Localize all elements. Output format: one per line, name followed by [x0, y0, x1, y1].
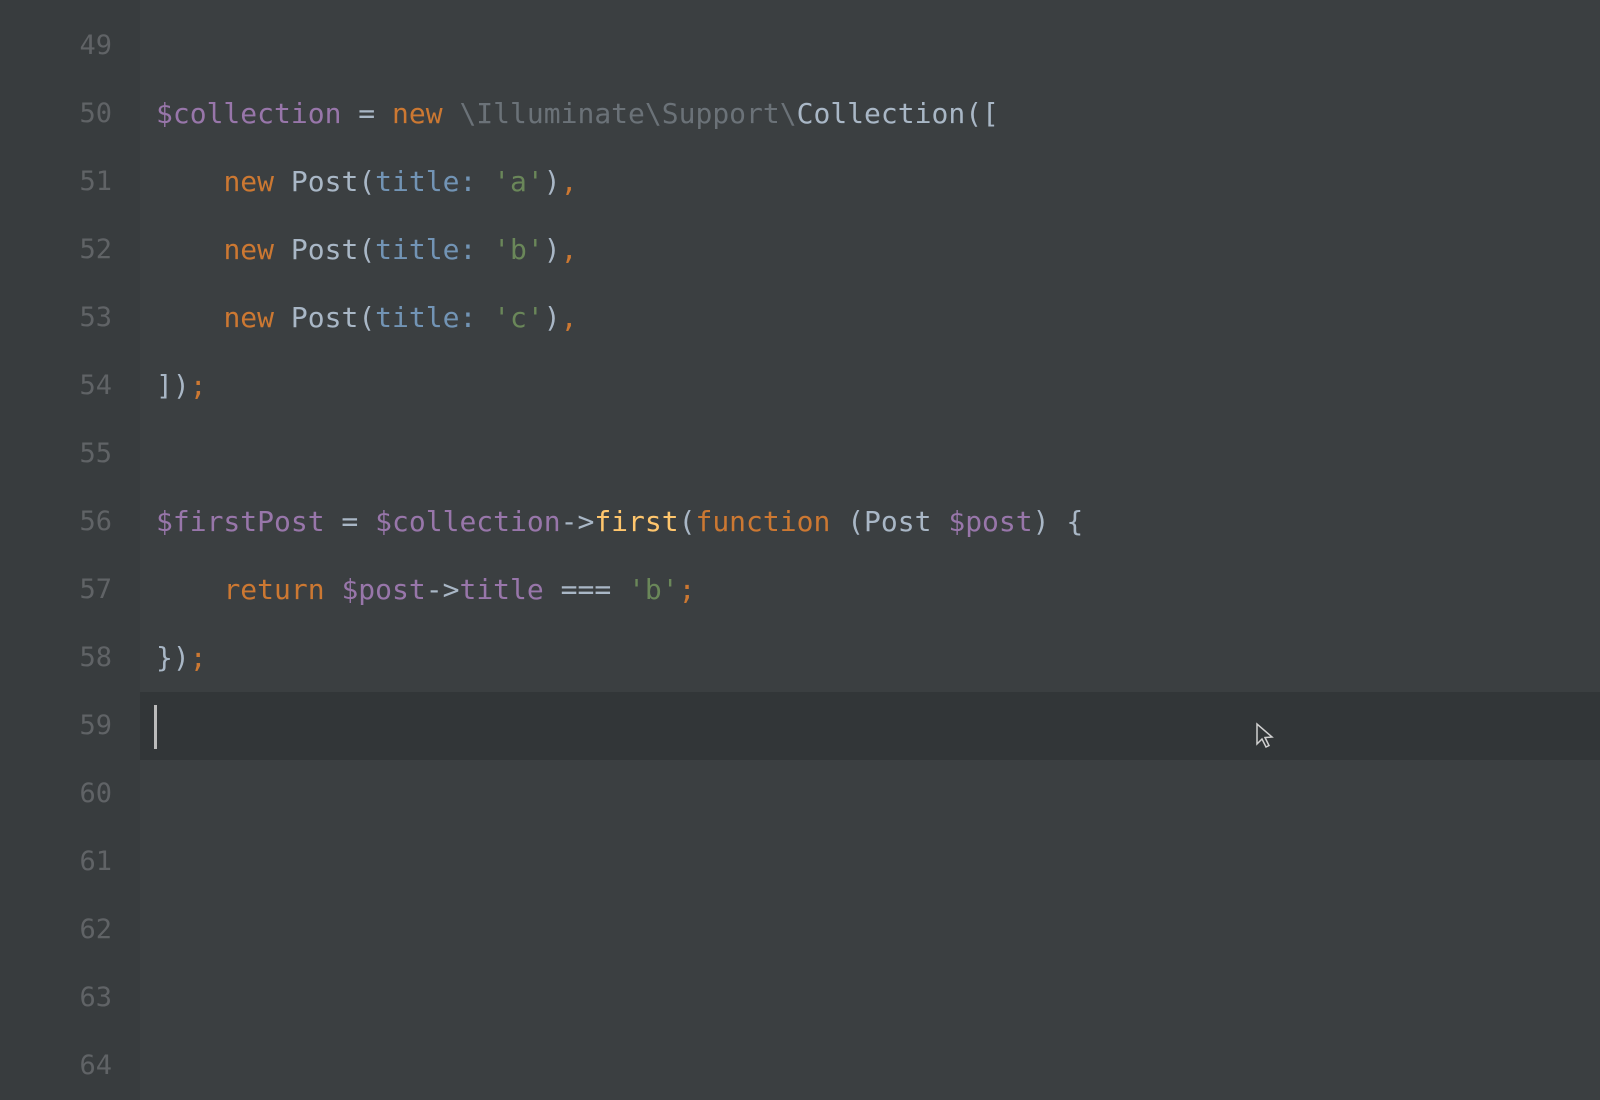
- code-token: return: [223, 573, 341, 606]
- line-number: 56: [0, 488, 140, 556]
- text-caret: [154, 705, 157, 749]
- line-number: 64: [0, 1032, 140, 1100]
- code-token: [156, 573, 223, 606]
- code-line[interactable]: [140, 964, 1600, 1032]
- code-token: Post: [291, 165, 358, 198]
- code-token: 'b': [628, 573, 679, 606]
- line-number: 57: [0, 556, 140, 624]
- code-token: [156, 165, 223, 198]
- code-editor[interactable]: 49505152535455565758596061626364 $collec…: [0, 0, 1600, 1100]
- code-token: ]): [156, 369, 190, 402]
- line-number: 61: [0, 828, 140, 896]
- code-token: Post: [291, 301, 358, 334]
- line-number: 53: [0, 284, 140, 352]
- code-token: title:: [375, 233, 493, 266]
- code-line[interactable]: [140, 828, 1600, 896]
- code-token: new: [223, 165, 290, 198]
- code-token: ;: [679, 573, 696, 606]
- code-token: ===: [544, 573, 628, 606]
- code-token: ,: [561, 165, 578, 198]
- code-line[interactable]: new Post(title: 'c'),: [140, 284, 1600, 352]
- code-token: new: [392, 97, 459, 130]
- code-token: [156, 301, 223, 334]
- line-number: 58: [0, 624, 140, 692]
- code-token: =: [325, 505, 376, 538]
- line-number: 50: [0, 80, 140, 148]
- code-token: title:: [375, 301, 493, 334]
- line-number: 52: [0, 216, 140, 284]
- line-number: 62: [0, 896, 140, 964]
- code-line[interactable]: [140, 420, 1600, 488]
- code-token: $post: [948, 505, 1032, 538]
- code-token: ->: [561, 505, 595, 538]
- code-token: $collection: [375, 505, 560, 538]
- line-number: 49: [0, 12, 140, 80]
- code-token: Post: [291, 233, 358, 266]
- code-token: =: [341, 97, 392, 130]
- line-number: 60: [0, 760, 140, 828]
- code-line[interactable]: new Post(title: 'a'),: [140, 148, 1600, 216]
- code-token: ;: [190, 369, 207, 402]
- code-token: (: [358, 301, 375, 334]
- code-token: title: [459, 573, 543, 606]
- code-line[interactable]: [140, 760, 1600, 828]
- code-token: ->: [426, 573, 460, 606]
- code-token: $firstPost: [156, 505, 325, 538]
- line-number: 59: [0, 692, 140, 760]
- code-token: (: [679, 505, 696, 538]
- code-token: (: [358, 165, 375, 198]
- code-token: $post: [341, 573, 425, 606]
- code-token: ,: [561, 233, 578, 266]
- code-line[interactable]: ]);: [140, 352, 1600, 420]
- code-line[interactable]: });: [140, 624, 1600, 692]
- code-line[interactable]: return $post->title === 'b';: [140, 556, 1600, 624]
- code-token: $collection: [156, 97, 341, 130]
- code-token: ;: [190, 641, 207, 674]
- line-number: 55: [0, 420, 140, 488]
- code-token: new: [223, 233, 290, 266]
- code-token: Post: [864, 505, 948, 538]
- line-number: 63: [0, 964, 140, 1032]
- code-token: title:: [375, 165, 493, 198]
- code-area[interactable]: $collection = new \Illuminate\Support\Co…: [140, 0, 1600, 1100]
- code-line[interactable]: [140, 1032, 1600, 1100]
- line-number: 54: [0, 352, 140, 420]
- code-token: 'c': [493, 301, 544, 334]
- code-line[interactable]: [140, 12, 1600, 80]
- code-token: [156, 233, 223, 266]
- code-line[interactable]: new Post(title: 'b'),: [140, 216, 1600, 284]
- code-token: ,: [561, 301, 578, 334]
- code-token: ): [544, 301, 561, 334]
- code-token: (: [358, 233, 375, 266]
- line-number-gutter: 49505152535455565758596061626364: [0, 0, 140, 1100]
- code-token: ): [544, 165, 561, 198]
- code-token: Collection: [797, 97, 966, 130]
- code-token: \Illuminate\Support\: [459, 97, 796, 130]
- code-token: ): [544, 233, 561, 266]
- code-token: }): [156, 641, 190, 674]
- code-token: 'a': [493, 165, 544, 198]
- code-line[interactable]: [140, 692, 1600, 760]
- code-line[interactable]: [140, 896, 1600, 964]
- code-token: function: [695, 505, 847, 538]
- code-token: 'b': [493, 233, 544, 266]
- code-token: ) {: [1033, 505, 1084, 538]
- code-line[interactable]: $firstPost = $collection->first(function…: [140, 488, 1600, 556]
- code-token: ([: [965, 97, 999, 130]
- code-line[interactable]: $collection = new \Illuminate\Support\Co…: [140, 80, 1600, 148]
- line-number: 51: [0, 148, 140, 216]
- code-token: (: [847, 505, 864, 538]
- code-token: first: [594, 505, 678, 538]
- code-token: new: [223, 301, 290, 334]
